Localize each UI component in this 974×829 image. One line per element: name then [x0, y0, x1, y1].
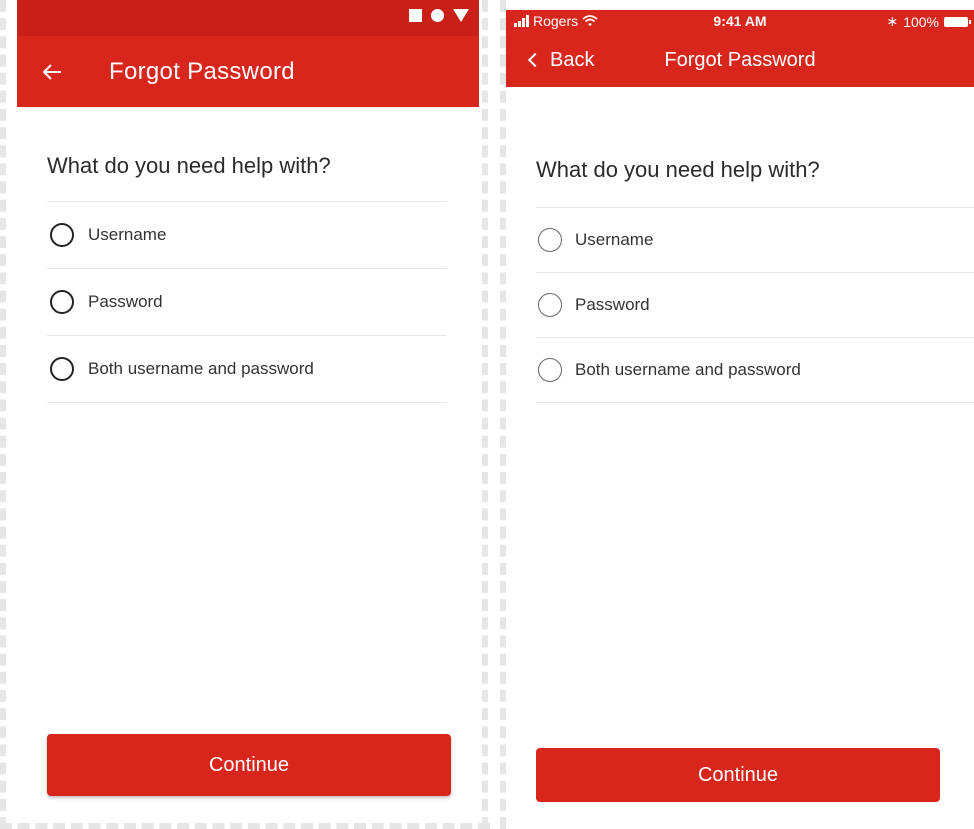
option-label: Username — [575, 230, 654, 249]
guide-line — [0, 823, 490, 829]
continue-button[interactable]: Continue — [536, 748, 940, 802]
guide-line — [0, 0, 6, 829]
radio-button[interactable] — [538, 358, 562, 382]
app-bar: Forgot Password — [17, 0, 479, 107]
battery-percent: 100% — [903, 13, 939, 30]
back-label: Back — [550, 48, 595, 71]
circle-icon — [431, 9, 444, 22]
status-bar: Rogers 9:41 AM ∗ 100% — [506, 10, 974, 34]
battery-info: ∗ 100% — [886, 13, 971, 30]
radio-group: Username Password Both username and pass… — [536, 207, 974, 403]
radio-button[interactable] — [50, 357, 74, 381]
arrow-left-icon[interactable] — [41, 61, 63, 83]
triangle-icon — [453, 9, 469, 22]
option-label: Password — [88, 292, 163, 311]
navigation-bar: Back Forgot Password — [506, 40, 974, 80]
bluetooth-icon: ∗ — [886, 13, 899, 29]
guide-line — [482, 0, 488, 829]
radio-group: Username Password Both username and pass… — [47, 201, 447, 403]
question-heading: What do you need help with? — [536, 157, 820, 182]
option-label: Password — [575, 295, 650, 314]
square-icon — [409, 9, 422, 22]
option-label: Username — [88, 225, 167, 244]
question-heading: What do you need help with? — [47, 153, 331, 178]
option-label: Both username and password — [575, 360, 801, 379]
status-icons — [409, 9, 469, 22]
status-bar — [17, 0, 479, 36]
chevron-left-icon — [527, 52, 543, 68]
page-title: Forgot Password — [109, 57, 295, 85]
mockup-canvas: Forgot Password What do you need help wi… — [0, 0, 974, 829]
option-username[interactable]: Username — [47, 201, 447, 268]
radio-button[interactable] — [538, 293, 562, 317]
toolbar: Forgot Password — [17, 36, 479, 107]
ios-screen: Rogers 9:41 AM ∗ 100% Back Forgot Passwo… — [506, 10, 974, 822]
battery-icon — [944, 16, 971, 27]
option-password[interactable]: Password — [536, 272, 974, 337]
option-username[interactable]: Username — [536, 207, 974, 272]
app-bar: Rogers 9:41 AM ∗ 100% Back Forgot Passwo… — [506, 10, 974, 87]
back-button[interactable]: Back — [527, 48, 595, 72]
radio-button[interactable] — [538, 228, 562, 252]
continue-button[interactable]: Continue — [47, 734, 451, 796]
option-password[interactable]: Password — [47, 268, 447, 335]
android-screen: Forgot Password What do you need help wi… — [17, 0, 479, 822]
option-label: Both username and password — [88, 359, 314, 378]
option-both[interactable]: Both username and password — [536, 337, 974, 403]
radio-button[interactable] — [50, 290, 74, 314]
option-both[interactable]: Both username and password — [47, 335, 447, 403]
radio-button[interactable] — [50, 223, 74, 247]
